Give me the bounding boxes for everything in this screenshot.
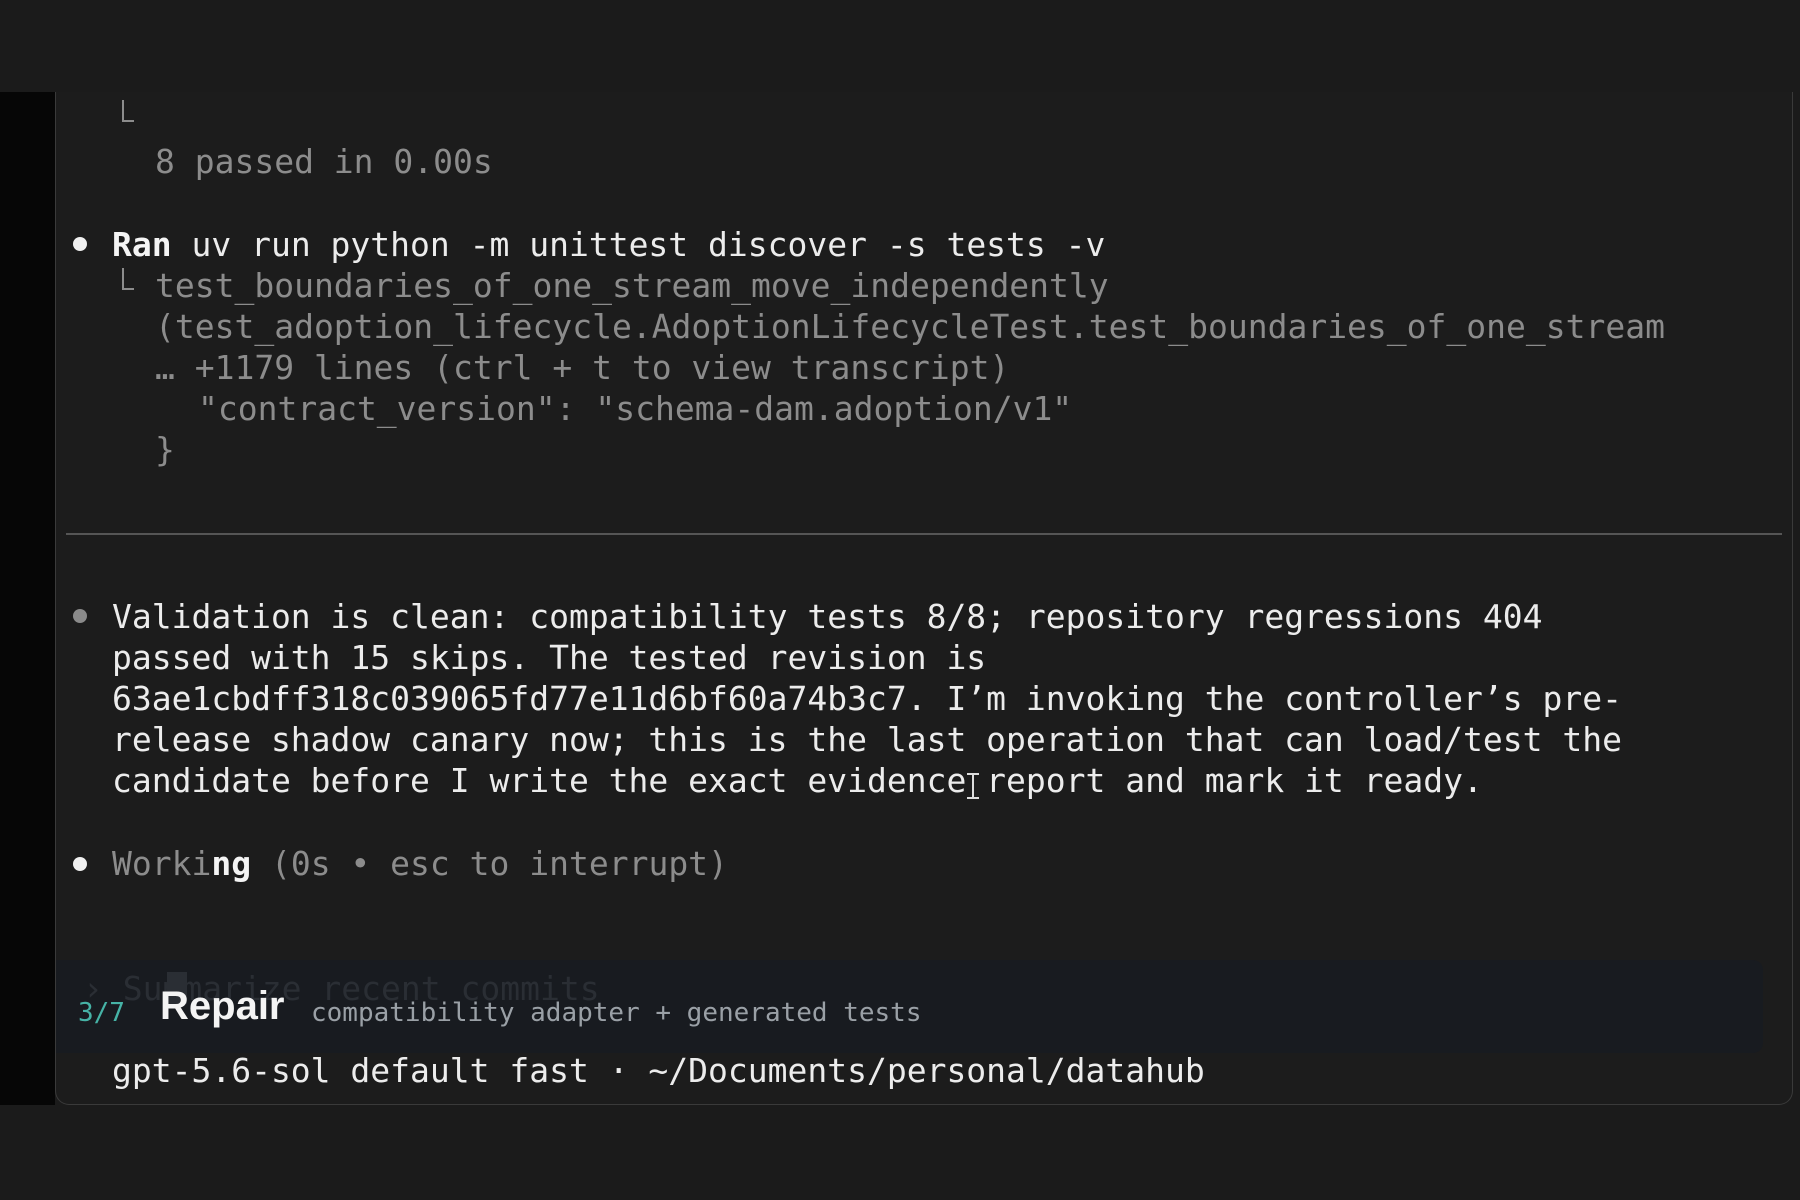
working-status: Working (0s • esc to interrupt) (112, 843, 728, 884)
assistant-message-line: passed with 15 skips. The tested revisio… (112, 638, 987, 677)
terminal-panel[interactable]: 8 passed in 0.00s Ran uv run python -m u… (55, 92, 1793, 1105)
command-output-line: "contract_version": "schema-dam.adoption… (198, 389, 1073, 428)
composer-status-bar[interactable]: › Summarize recent commits 3/7 Repair co… (56, 960, 1763, 1053)
ibeam-cursor-icon (967, 773, 979, 799)
window-bottom-band (0, 1105, 1800, 1200)
window-left-edge (0, 92, 55, 1105)
command-output-line: } (155, 430, 175, 469)
assistant-message-line: candidate before I write the exact evide… (112, 761, 1483, 800)
assistant-message-line: release shadow canary now; this is the l… (112, 720, 1622, 759)
command-line: Ran uv run python -m unittest discover -… (112, 224, 1105, 265)
working-label-dim: Worki (112, 844, 212, 883)
assistant-message-line: Validation is clean: compatibility tests… (112, 597, 1543, 636)
command-output-line: test_boundaries_of_one_stream_move_indep… (155, 266, 1109, 305)
stage-title: Repair (160, 984, 285, 1028)
bullet-icon (73, 237, 87, 251)
command-text: uv run python -m unittest discover -s te… (171, 225, 1106, 264)
tree-connector-icon (122, 100, 134, 122)
command-verb: Ran (112, 225, 172, 264)
step-counter: 3/7 (78, 998, 125, 1028)
bullet-icon (73, 857, 87, 871)
bullet-icon (73, 609, 87, 623)
command-output-line: (test_adoption_lifecycle.AdoptionLifecyc… (155, 307, 1665, 346)
working-detail: (0s • esc to interrupt) (251, 844, 728, 883)
working-label-bright: ng (211, 844, 252, 883)
truncated-lines-hint[interactable]: … +1179 lines (ctrl + t to view transcri… (155, 347, 1009, 388)
window-top-band (0, 0, 1800, 92)
assistant-message-line: 63ae1cbdff318c039065fd77e11d6bf60a74b3c7… (112, 679, 1622, 718)
stage-description: compatibility adapter + generated tests (311, 998, 922, 1028)
model-info-footer: gpt-5.6-sol default fast · ~/Documents/p… (112, 1051, 1205, 1090)
tree-connector-icon (122, 268, 134, 290)
section-divider (66, 533, 1782, 535)
prev-test-result: 8 passed in 0.00s (155, 142, 493, 181)
